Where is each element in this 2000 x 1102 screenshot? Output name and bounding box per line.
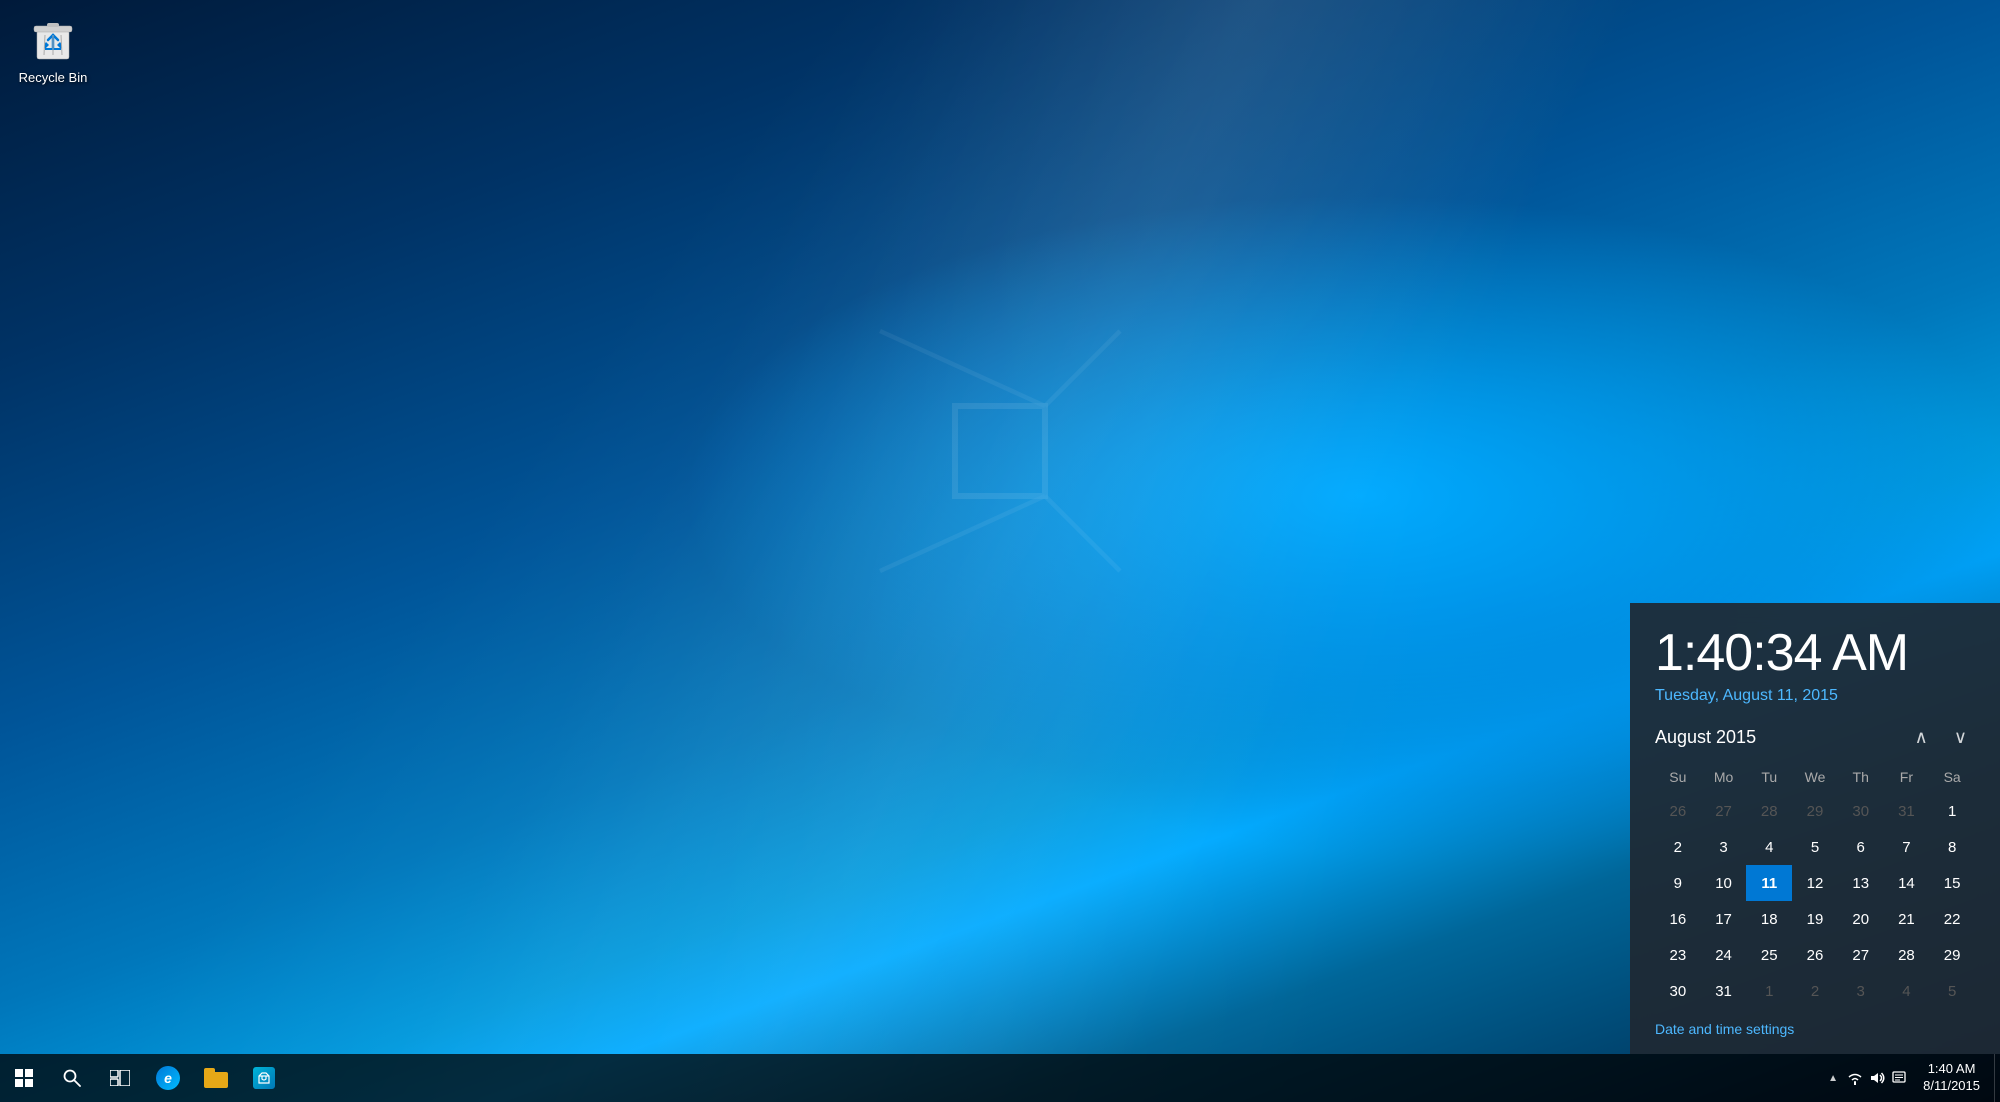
- calendar-day-cell[interactable]: 31: [1701, 973, 1747, 1009]
- start-button[interactable]: [0, 1054, 48, 1102]
- calendar-day-cell[interactable]: 23: [1655, 937, 1701, 973]
- calendar-day-cell[interactable]: 5: [1929, 973, 1975, 1009]
- calendar-day-cell[interactable]: 10: [1701, 865, 1747, 901]
- calendar-week-row: 9101112131415: [1655, 865, 1975, 901]
- calendar-week-row: 303112345: [1655, 973, 1975, 1009]
- chevron-up-icon: ▲: [1828, 1073, 1838, 1084]
- taskbar-right: ▲: [1823, 1054, 2000, 1102]
- day-header-mo: Mo: [1701, 765, 1747, 793]
- taskbar-clock-time: 1:40 AM: [1928, 1061, 1976, 1078]
- clock-date-large: Tuesday, August 11, 2015: [1655, 687, 1975, 705]
- date-time-settings-link[interactable]: Date and time settings: [1655, 1021, 1794, 1037]
- clock-time-large: 1:40:34 AM: [1655, 623, 1975, 683]
- calendar-popup: 1:40:34 AM Tuesday, August 11, 2015 Augu…: [1630, 603, 2000, 1054]
- calendar-day-cell[interactable]: 28: [1884, 937, 1930, 973]
- action-center-icon[interactable]: [1889, 1054, 1909, 1102]
- edge-icon: e: [156, 1066, 180, 1090]
- calendar-day-cell[interactable]: 11: [1746, 865, 1792, 901]
- calendar-day-cell[interactable]: 15: [1929, 865, 1975, 901]
- store-taskbar-button[interactable]: [240, 1054, 288, 1102]
- system-tray-expand-button[interactable]: ▲: [1823, 1054, 1843, 1102]
- recycle-bin-label: Recycle Bin: [19, 70, 88, 85]
- folder-icon: [204, 1068, 228, 1088]
- calendar-grid: Su Mo Tu We Th Fr Sa 2627282930311234567…: [1655, 765, 1975, 1009]
- search-icon: [63, 1069, 81, 1087]
- calendar-day-cell[interactable]: 28: [1746, 793, 1792, 829]
- calendar-month-year: August 2015: [1655, 727, 1756, 748]
- calendar-day-cell[interactable]: 4: [1884, 973, 1930, 1009]
- calendar-week-row: 2627282930311: [1655, 793, 1975, 829]
- calendar-day-cell[interactable]: 3: [1701, 829, 1747, 865]
- calendar-day-cell[interactable]: 9: [1655, 865, 1701, 901]
- calendar-next-button[interactable]: ∨: [1946, 725, 1975, 750]
- calendar-day-cell[interactable]: 30: [1838, 793, 1884, 829]
- calendar-day-cell[interactable]: 31: [1884, 793, 1930, 829]
- calendar-day-cell[interactable]: 7: [1884, 829, 1930, 865]
- store-icon: [253, 1067, 275, 1089]
- task-view-icon: [110, 1070, 130, 1086]
- day-header-tu: Tu: [1746, 765, 1792, 793]
- edge-taskbar-button[interactable]: e: [144, 1054, 192, 1102]
- calendar-day-cell[interactable]: 1: [1929, 793, 1975, 829]
- calendar-day-cell[interactable]: 12: [1792, 865, 1838, 901]
- calendar-day-cell[interactable]: 27: [1838, 937, 1884, 973]
- calendar-day-cell[interactable]: 19: [1792, 901, 1838, 937]
- calendar-day-cell[interactable]: 25: [1746, 937, 1792, 973]
- day-header-we: We: [1792, 765, 1838, 793]
- calendar-day-cell[interactable]: 30: [1655, 973, 1701, 1009]
- explorer-taskbar-button[interactable]: [192, 1054, 240, 1102]
- recycle-bin-svg: [27, 13, 79, 65]
- calendar-day-headers: Su Mo Tu We Th Fr Sa: [1655, 765, 1975, 793]
- network-tray-icon[interactable]: [1845, 1054, 1865, 1102]
- volume-tray-icon[interactable]: [1867, 1054, 1887, 1102]
- show-desktop-button[interactable]: [1994, 1054, 2000, 1102]
- calendar-nav: ∧ ∨: [1907, 725, 1975, 750]
- calendar-body: 2627282930311234567891011121314151617181…: [1655, 793, 1975, 1009]
- day-header-fr: Fr: [1884, 765, 1930, 793]
- recycle-bin-icon[interactable]: Recycle Bin: [8, 8, 98, 90]
- calendar-day-cell[interactable]: 21: [1884, 901, 1930, 937]
- calendar-day-cell[interactable]: 1: [1746, 973, 1792, 1009]
- day-header-sa: Sa: [1929, 765, 1975, 793]
- calendar-day-cell[interactable]: 5: [1792, 829, 1838, 865]
- calendar-week-row: 16171819202122: [1655, 901, 1975, 937]
- taskbar: e ▲: [0, 1054, 2000, 1102]
- calendar-prev-button[interactable]: ∧: [1907, 725, 1936, 750]
- calendar-header: August 2015 ∧ ∨: [1655, 725, 1975, 750]
- calendar-day-cell[interactable]: 17: [1701, 901, 1747, 937]
- calendar-day-cell[interactable]: 4: [1746, 829, 1792, 865]
- task-view-button[interactable]: [96, 1054, 144, 1102]
- calendar-day-cell[interactable]: 3: [1838, 973, 1884, 1009]
- taskbar-clock[interactable]: 1:40 AM 8/11/2015: [1911, 1054, 1992, 1102]
- calendar-day-cell[interactable]: 29: [1792, 793, 1838, 829]
- taskbar-clock-date: 8/11/2015: [1923, 1078, 1980, 1095]
- calendar-day-cell[interactable]: 6: [1838, 829, 1884, 865]
- search-button[interactable]: [48, 1054, 96, 1102]
- calendar-day-cell[interactable]: 26: [1655, 793, 1701, 829]
- calendar-day-cell[interactable]: 20: [1838, 901, 1884, 937]
- calendar-day-cell[interactable]: 24: [1701, 937, 1747, 973]
- calendar-day-cell[interactable]: 27: [1701, 793, 1747, 829]
- calendar-day-cell[interactable]: 18: [1746, 901, 1792, 937]
- calendar-day-cell[interactable]: 29: [1929, 937, 1975, 973]
- calendar-day-cell[interactable]: 22: [1929, 901, 1975, 937]
- calendar-day-cell[interactable]: 2: [1655, 829, 1701, 865]
- calendar-week-row: 23242526272829: [1655, 937, 1975, 973]
- calendar-day-cell[interactable]: 8: [1929, 829, 1975, 865]
- calendar-week-row: 2345678: [1655, 829, 1975, 865]
- calendar-day-cell[interactable]: 2: [1792, 973, 1838, 1009]
- taskbar-left: e: [0, 1054, 288, 1102]
- calendar-day-cell[interactable]: 16: [1655, 901, 1701, 937]
- calendar-day-cell[interactable]: 14: [1884, 865, 1930, 901]
- day-header-th: Th: [1838, 765, 1884, 793]
- calendar-day-cell[interactable]: 26: [1792, 937, 1838, 973]
- day-header-su: Su: [1655, 765, 1701, 793]
- windows-logo-icon: [15, 1069, 33, 1087]
- calendar-day-cell[interactable]: 13: [1838, 865, 1884, 901]
